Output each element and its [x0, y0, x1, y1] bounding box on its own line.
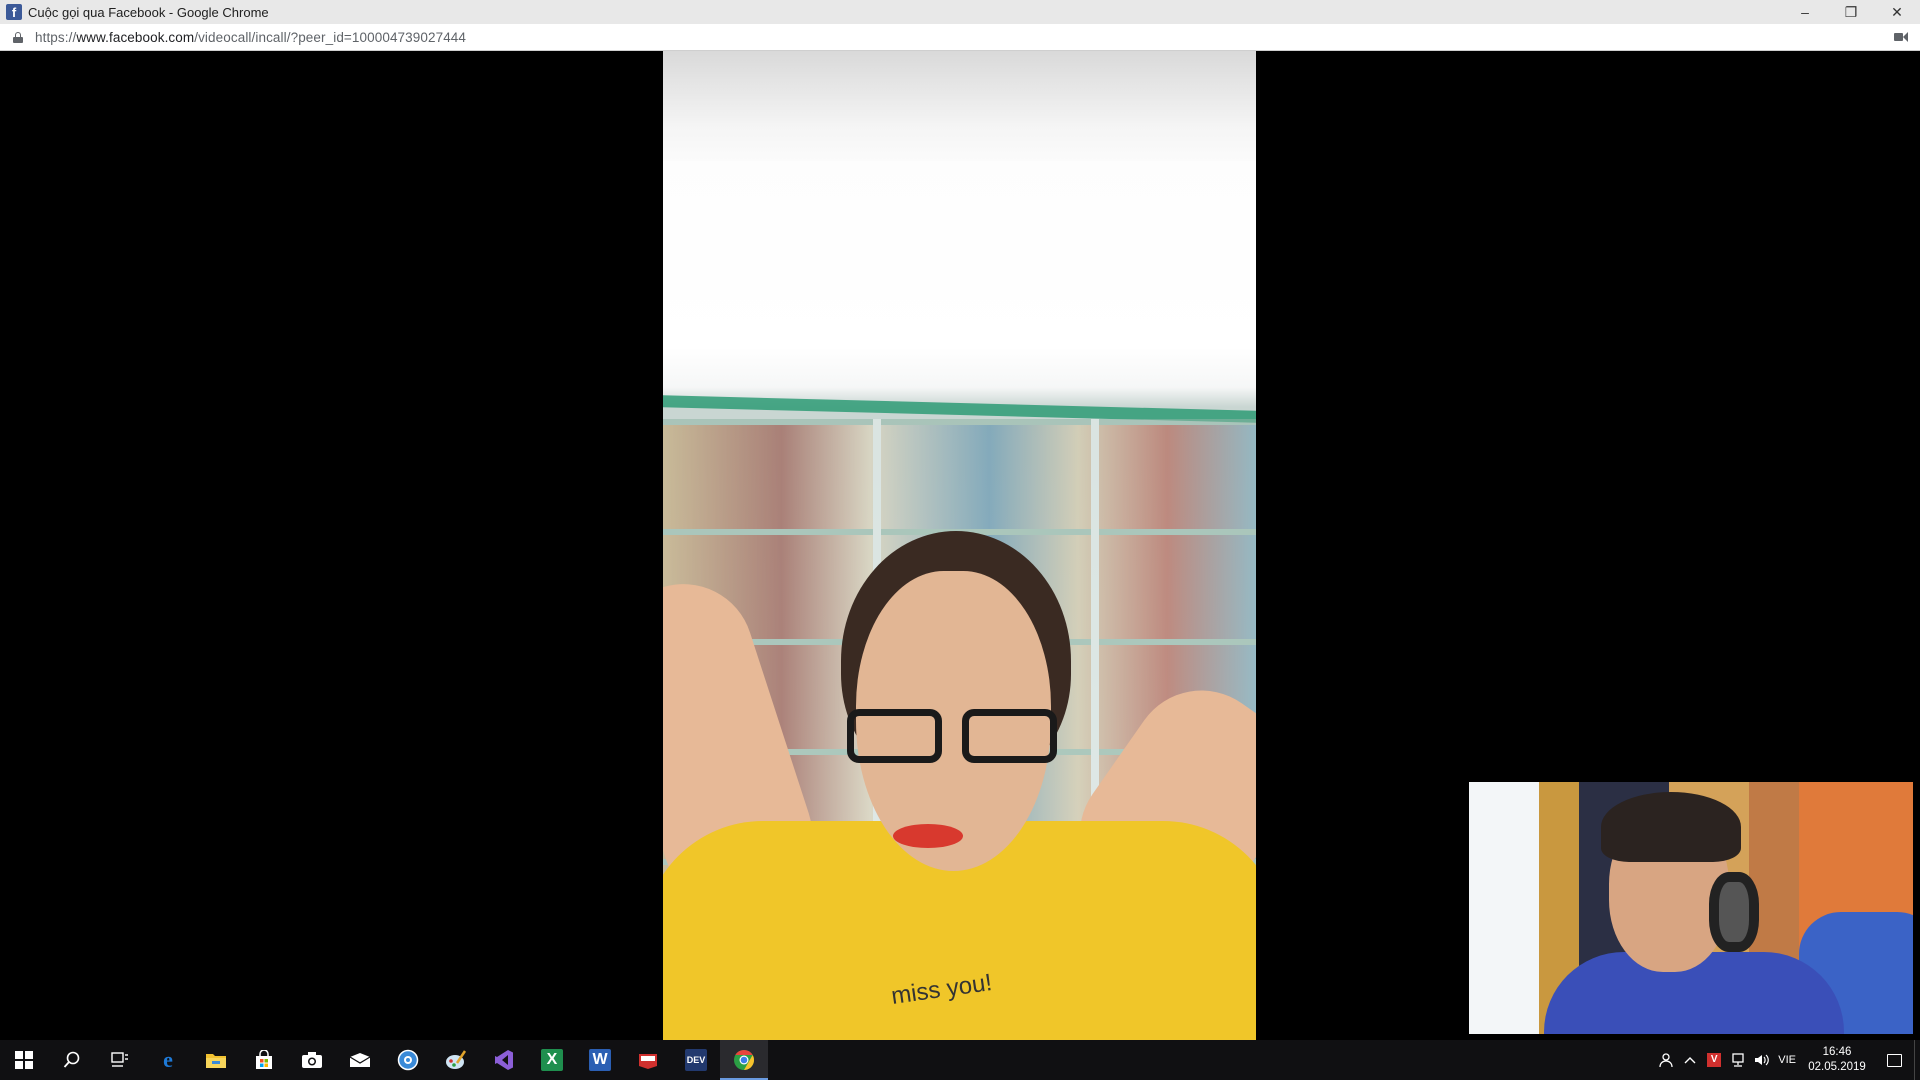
- visual-studio-icon: [495, 1050, 513, 1070]
- search-icon: [63, 1051, 80, 1068]
- clock-button[interactable]: 16:46 02.05.2019: [1800, 1045, 1874, 1075]
- start-button[interactable]: [0, 1040, 48, 1080]
- window-controls: – ❐ ✕: [1782, 0, 1920, 24]
- self-view-video[interactable]: [1469, 782, 1913, 1034]
- taskbar-camera[interactable]: [288, 1040, 336, 1080]
- volume-button[interactable]: [1750, 1040, 1774, 1080]
- chevron-up-icon: [1684, 1057, 1696, 1064]
- notification-icon: [1886, 1053, 1902, 1067]
- taskbar-excel[interactable]: X: [528, 1040, 576, 1080]
- clock-date: 02.05.2019: [1808, 1061, 1866, 1073]
- headset: [1709, 872, 1759, 952]
- antivirus-icon: V: [1707, 1053, 1722, 1067]
- windows-logo-icon: [15, 1051, 33, 1069]
- file-explorer-icon: [206, 1054, 226, 1068]
- task-view-button[interactable]: [96, 1040, 144, 1080]
- people-icon: [1659, 1053, 1673, 1068]
- red-app-icon: [639, 1054, 657, 1069]
- taskbar-settings-app[interactable]: [384, 1040, 432, 1080]
- task-view-icon: [111, 1052, 128, 1067]
- camera-icon: [302, 1052, 322, 1068]
- taskbar-store[interactable]: [240, 1040, 288, 1080]
- store-icon: [256, 1050, 272, 1069]
- glasses: [847, 709, 1057, 765]
- address-bar[interactable]: https://www.facebook.com/videocall/incal…: [0, 24, 1920, 51]
- word-icon: W: [589, 1049, 611, 1071]
- remote-video: miss you!: [663, 51, 1256, 1040]
- network-button[interactable]: [1726, 1040, 1750, 1080]
- show-desktop-button[interactable]: [1914, 1040, 1920, 1080]
- taskbar-devcpp[interactable]: DEV: [672, 1040, 720, 1080]
- url-text[interactable]: https://www.facebook.com/videocall/incal…: [35, 30, 466, 45]
- close-button[interactable]: ✕: [1874, 0, 1920, 24]
- devcpp-icon: DEV: [685, 1049, 707, 1071]
- mail-icon: [349, 1053, 371, 1067]
- tray-app-button[interactable]: V: [1702, 1040, 1726, 1080]
- taskbar-word[interactable]: W: [576, 1040, 624, 1080]
- taskbar: e X W DEV V VIE 16:46 02.05.2019: [0, 1040, 1920, 1080]
- speaker-icon: [1755, 1054, 1770, 1066]
- system-tray: V VIE 16:46 02.05.2019: [1654, 1040, 1920, 1080]
- video-call-stage: miss you!: [0, 51, 1920, 1040]
- minimize-button[interactable]: –: [1782, 0, 1828, 24]
- taskbar-file-explorer[interactable]: [192, 1040, 240, 1080]
- url-path: /videocall/incall/?peer_id=1000047390274…: [194, 29, 467, 45]
- taskbar-chrome[interactable]: [720, 1040, 768, 1080]
- facebook-icon: f: [6, 4, 22, 20]
- people-button[interactable]: [1654, 1040, 1678, 1080]
- search-button[interactable]: [48, 1040, 96, 1080]
- url-prefix: https://: [35, 29, 77, 45]
- taskbar-mail[interactable]: [336, 1040, 384, 1080]
- input-language-button[interactable]: VIE: [1774, 1040, 1800, 1080]
- url-host: www.facebook.com: [76, 29, 195, 45]
- taskbar-visual-studio[interactable]: [480, 1040, 528, 1080]
- taskbar-edge[interactable]: e: [144, 1040, 192, 1080]
- window-title: Cuộc gọi qua Facebook - Google Chrome: [28, 4, 269, 20]
- title-bar: f Cuộc gọi qua Facebook - Google Chrome …: [0, 0, 1920, 24]
- settings-app-icon: [397, 1049, 419, 1071]
- action-center-button[interactable]: [1874, 1040, 1914, 1080]
- chrome-icon: [734, 1050, 754, 1070]
- camera-permission-icon[interactable]: [1894, 32, 1908, 42]
- restore-button[interactable]: ❐: [1828, 0, 1874, 24]
- show-hidden-icons-button[interactable]: [1678, 1040, 1702, 1080]
- network-icon: [1732, 1053, 1744, 1067]
- taskbar-paint[interactable]: [432, 1040, 480, 1080]
- lock-icon[interactable]: [13, 31, 23, 43]
- clock-time: 16:46: [1822, 1046, 1852, 1058]
- edge-icon: e: [163, 1047, 173, 1072]
- excel-icon: X: [541, 1049, 563, 1071]
- paint-icon: [446, 1050, 467, 1069]
- taskbar-red-app[interactable]: [624, 1040, 672, 1080]
